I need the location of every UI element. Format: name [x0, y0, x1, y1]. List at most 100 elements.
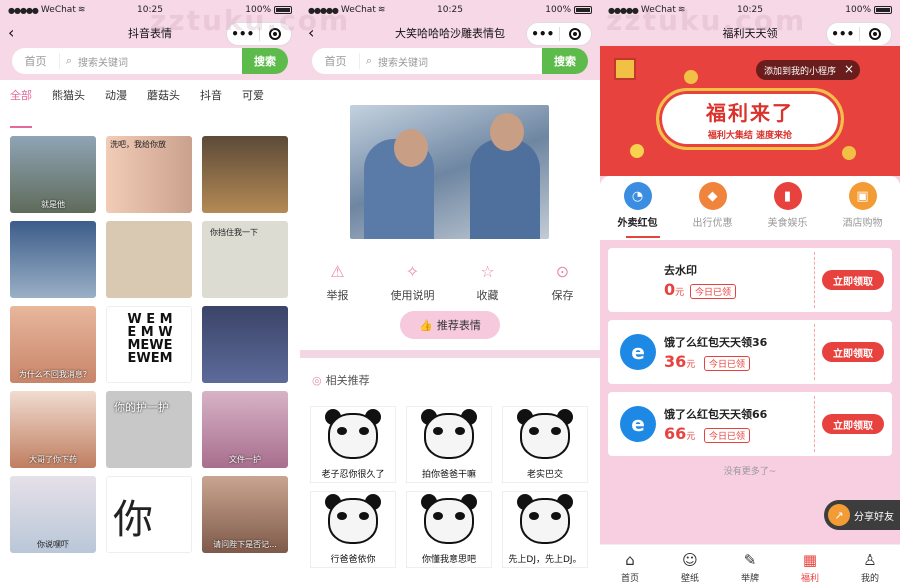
- coupon-amount: 0元: [664, 280, 685, 299]
- coupon-card: e 饿了么红包天天领36 36元 今日已领 立即领取: [608, 320, 892, 384]
- home-link[interactable]: 首页: [312, 53, 360, 69]
- recommend-icon: ◎: [312, 373, 322, 387]
- category-travel[interactable]: ◆ 出行优惠: [678, 176, 748, 240]
- usage-guide-button[interactable]: ✧ 使用说明: [378, 262, 448, 303]
- search-icon: ⌕: [65, 54, 73, 67]
- category-takeout[interactable]: ◔ 外卖红包: [603, 176, 673, 240]
- coupon-list: 去水印 0元 今日已领 立即领取 e 饿了么红包天天领36 36元 今日已领 立…: [600, 240, 900, 544]
- welfare-banner[interactable]: 添加到我的小程序 × 福利来了 福利大集结 速度来抢: [600, 46, 900, 176]
- eleme-logo-icon: e: [620, 334, 656, 370]
- emoji-thumb[interactable]: 你的护一护: [106, 391, 192, 468]
- tab-welfare[interactable]: ▦ 福利: [780, 545, 840, 588]
- tab-wallpaper[interactable]: ☺ 壁纸: [660, 545, 720, 588]
- search-button[interactable]: 搜索: [242, 48, 288, 74]
- miniprogram-capsule: •••: [826, 22, 892, 46]
- lightbulb-icon: ✧: [405, 262, 420, 281]
- panda-emoji-thumb[interactable]: 行爸爸依你: [310, 491, 396, 568]
- emoji-thumb[interactable]: 就是他: [10, 136, 96, 213]
- gift-icon: ▦: [802, 551, 818, 569]
- close-tip-icon[interactable]: ×: [844, 62, 854, 76]
- nav-bar: ‹ 大笑哈哈哈沙雕表情包 •••: [300, 20, 600, 46]
- back-arrow-icon[interactable]: ‹: [308, 23, 314, 42]
- coupon-amount: 36元: [664, 352, 696, 371]
- claim-button[interactable]: 立即领取: [822, 270, 884, 290]
- search-input[interactable]: 搜索关键词: [78, 54, 242, 69]
- panda-emoji-thumb[interactable]: 拍你爸爸干嘛: [406, 406, 492, 483]
- screenshot-collage: ●●●●● WeChat ≋ 10:25 100% ‹ 抖音表情 ••• 首页 …: [0, 0, 900, 588]
- target-icon: [869, 28, 882, 40]
- emoji-thumb[interactable]: 为什么不回我消息?: [10, 306, 96, 383]
- star-icon: ☆: [480, 262, 495, 281]
- emoji-thumb[interactable]: 你挡住我一下: [202, 221, 288, 298]
- recommend-button[interactable]: 👍 推荐表情: [400, 311, 500, 339]
- panda-emoji-thumb[interactable]: 先上DJ，先上DJ。: [502, 491, 588, 568]
- panda-emoji-thumb[interactable]: 老子忍你很久了: [310, 406, 396, 483]
- emoji-thumb[interactable]: [202, 306, 288, 383]
- emoji-thumb[interactable]: 你说嘿吓: [10, 476, 96, 553]
- claim-button[interactable]: 立即领取: [822, 342, 884, 362]
- tab-mine[interactable]: ♙ 我的: [840, 545, 900, 588]
- travel-icon: ◆: [698, 182, 727, 210]
- search-button[interactable]: 搜索: [542, 48, 588, 74]
- close-miniprogram-button[interactable]: [260, 28, 292, 40]
- eleme-logo-icon: e: [620, 406, 656, 442]
- emoji-preview-image[interactable]: [350, 105, 549, 239]
- emoji-thumb[interactable]: [106, 221, 192, 298]
- category-hotel[interactable]: ▣ 酒店购物: [828, 176, 898, 240]
- category-food[interactable]: ▮ 美食娱乐: [753, 176, 823, 240]
- warning-icon: ⚠: [330, 262, 345, 281]
- clock: 10:25: [437, 5, 463, 15]
- share-button[interactable]: ↗ 分享好友: [824, 500, 900, 530]
- emoji-thumb[interactable]: 你: [106, 476, 192, 553]
- favorite-button[interactable]: ☆ 收藏: [453, 262, 523, 303]
- gift-icon: [614, 58, 636, 80]
- claimed-today-badge: 今日已领: [704, 356, 751, 371]
- active-category-indicator: [626, 236, 660, 238]
- tab-douyin[interactable]: 抖音: [190, 87, 232, 103]
- emoji-thumb[interactable]: [202, 136, 288, 213]
- takeout-icon: ◔: [623, 182, 652, 210]
- close-miniprogram-button[interactable]: [560, 28, 592, 40]
- phone-emoji-detail: ●●●●● WeChat ≋ 10:25 100% ‹ 大笑哈哈哈沙雕表情包 •…: [300, 0, 600, 588]
- target-icon: [269, 28, 282, 40]
- more-menu-icon[interactable]: •••: [227, 27, 259, 41]
- page-title: 抖音表情: [128, 27, 172, 40]
- share-icon: ↗: [828, 504, 850, 526]
- close-miniprogram-button[interactable]: [860, 28, 892, 40]
- banner-plaque: 福利来了 福利大集结 速度来抢: [656, 88, 844, 150]
- home-link[interactable]: 首页: [12, 53, 60, 69]
- more-menu-icon[interactable]: •••: [827, 27, 859, 41]
- action-row: ⚠ 举报 ✧ 使用说明 ☆ 收藏 ⊙ 保存: [300, 262, 600, 303]
- more-menu-icon[interactable]: •••: [527, 27, 559, 41]
- nav-bar: 福利天天领 •••: [600, 20, 900, 46]
- bottom-tabbar: ⌂ 首页 ☺ 壁纸 ✎ 举牌 ▦ 福利 ♙ 我的: [600, 544, 900, 588]
- panda-emoji-thumb[interactable]: 你懂我意思吧: [406, 491, 492, 568]
- tab-all[interactable]: 全部: [0, 87, 42, 103]
- emoji-thumb[interactable]: [10, 221, 96, 298]
- claim-button[interactable]: 立即领取: [822, 414, 884, 434]
- related-grid: 老子忍你很久了 拍你爸爸干嘛 老实巴交 行爸爸依你 你懂我意思吧 先上DJ，先上…: [310, 406, 590, 568]
- search-icon: ⌕: [365, 54, 373, 67]
- emoji-thumb[interactable]: 洗吧，我给你放: [106, 136, 192, 213]
- user-icon: ♙: [863, 551, 877, 569]
- emoji-thumb[interactable]: 文件一护: [202, 391, 288, 468]
- food-icon: ▮: [773, 182, 802, 210]
- tab-mushroom[interactable]: 蘑菇头: [137, 87, 190, 103]
- tab-home[interactable]: ⌂ 首页: [600, 545, 660, 588]
- tab-sign[interactable]: ✎ 举牌: [720, 545, 780, 588]
- search-input[interactable]: 搜索关键词: [378, 54, 542, 69]
- tab-cute[interactable]: 可爱: [232, 87, 274, 103]
- emoji-thumb[interactable]: 请问陛下是否记...: [202, 476, 288, 553]
- section-divider: [300, 350, 600, 358]
- active-tab-indicator: [10, 126, 32, 128]
- related-header: ◎ 相关推荐: [312, 372, 370, 388]
- emoji-thumb[interactable]: 大哥了你下药: [10, 391, 96, 468]
- report-button[interactable]: ⚠ 举报: [303, 262, 373, 303]
- tab-anime[interactable]: 动漫: [95, 87, 137, 103]
- tab-panda[interactable]: 熊猫头: [42, 87, 95, 103]
- back-arrow-icon[interactable]: ‹: [8, 23, 14, 42]
- search-area: 首页 ⌕ 搜索关键词 搜索: [0, 46, 300, 80]
- save-button[interactable]: ⊙ 保存: [528, 262, 598, 303]
- panda-emoji-thumb[interactable]: 老实巴交: [502, 406, 588, 483]
- emoji-thumb[interactable]: W E ME M W MEWE EWEM: [106, 306, 192, 383]
